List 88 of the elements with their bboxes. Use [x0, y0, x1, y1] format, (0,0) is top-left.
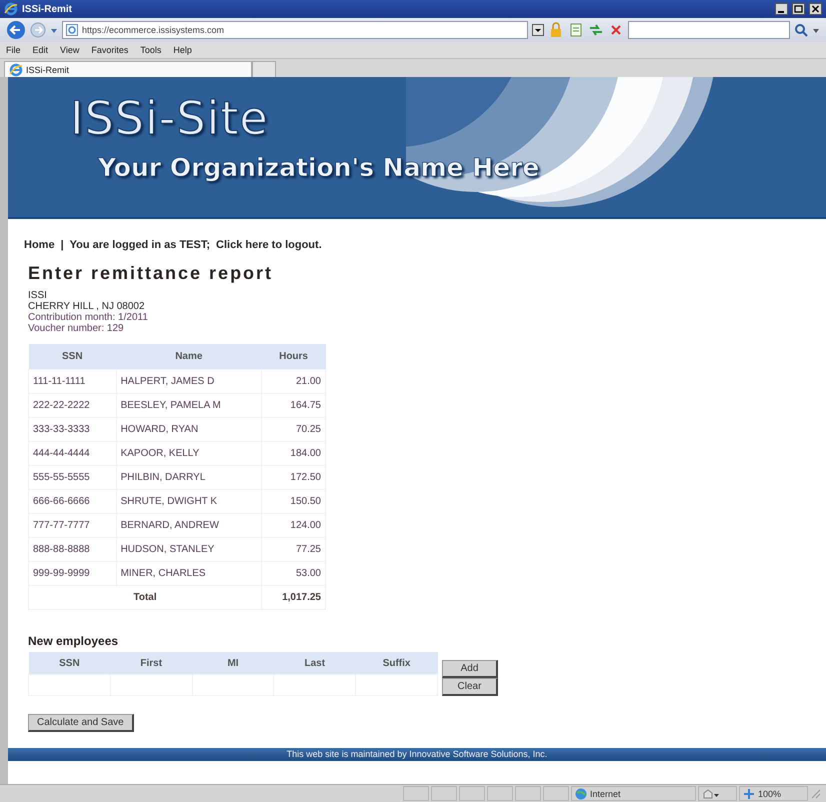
document-icon[interactable] [568, 22, 584, 38]
column-header: SSN [28, 652, 110, 674]
back-icon[interactable] [6, 20, 26, 40]
input-field[interactable] [28, 674, 110, 696]
form-button[interactable]: Add [442, 660, 498, 678]
detail-text: ISSI [28, 290, 48, 301]
caret-icon[interactable] [532, 24, 544, 36]
zone-text: Internet [590, 788, 621, 798]
refresh-icon[interactable] [588, 22, 604, 38]
site-logo-text: ISSi-Site [69, 90, 270, 145]
table-cell: 184.00 [262, 442, 326, 466]
table-cell: 333-33-3333 [28, 418, 116, 442]
menu-item[interactable]: Help [173, 45, 192, 55]
menu-item[interactable]: Tools [140, 45, 162, 55]
table-cell: KAPOOR, KELLY [116, 442, 262, 466]
table-cell: BEESLEY, PAMELA M [116, 394, 262, 418]
globe-icon [575, 788, 587, 800]
column-header: Hours [262, 344, 326, 370]
table-cell: 777-77-7777 [28, 514, 116, 538]
menu-item[interactable]: Favorites [91, 45, 128, 55]
browser-icon [4, 2, 18, 16]
maximize-icon[interactable] [792, 3, 805, 15]
column-header: First [110, 652, 192, 674]
browser-tab[interactable]: ISSi-Remit [4, 61, 252, 77]
total-label: Total [28, 586, 262, 610]
menu-item[interactable]: File [6, 45, 21, 55]
lock-icon [548, 22, 564, 38]
calculate-save-button[interactable]: Calculate and Save [28, 714, 134, 732]
input-field[interactable] [192, 674, 274, 696]
table-cell: BERNARD, ANDREW [116, 514, 262, 538]
home-link[interactable]: Home [24, 239, 55, 251]
forward-icon[interactable] [30, 22, 46, 38]
column-header: SSN [28, 344, 116, 370]
table-cell: 124.00 [262, 514, 326, 538]
table-cell: SHRUTE, DWIGHT K [116, 490, 262, 514]
table-cell: 888-88-8888 [28, 538, 116, 562]
table-cell: MINER, CHARLES [116, 562, 262, 586]
logout-link[interactable]: Click here to logout. [216, 239, 322, 251]
column-header: Last [274, 652, 356, 674]
table-cell: 172.50 [262, 466, 326, 490]
page-icon [66, 24, 78, 36]
table-cell: 150.50 [262, 490, 326, 514]
total-value: 1,017.25 [262, 586, 326, 610]
table-cell: 444-44-4444 [28, 442, 116, 466]
url-text: https://ecommerce.issisystems.com [82, 25, 224, 35]
table-cell: HUDSON, STANLEY [116, 538, 262, 562]
column-header: MI [192, 652, 274, 674]
search-icon[interactable] [794, 23, 808, 37]
detail-text: Voucher number: 129 [28, 323, 125, 334]
table-cell: HALPERT, JAMES D [116, 370, 262, 394]
column-header: Suffix [356, 652, 438, 674]
detail-text: Contribution month: 1/2011 [28, 312, 149, 323]
minimize-icon[interactable] [775, 3, 788, 15]
zoom-icon [743, 788, 755, 800]
resize-grip-icon[interactable] [810, 788, 822, 800]
organization-name: Your Organization's Name Here [96, 152, 540, 182]
search-field[interactable] [628, 21, 790, 39]
table-cell: 111-11-1111 [28, 370, 116, 394]
table-cell: 222-22-2222 [28, 394, 116, 418]
table-cell: HOWARD, RYAN [116, 418, 262, 442]
section-heading: New employees [28, 634, 120, 648]
footer-bar: This web site is maintained by Innovative Software Solutions, Inc. [8, 748, 826, 761]
table-cell: 21.00 [262, 370, 326, 394]
table-cell: 53.00 [262, 562, 326, 586]
detail-text: CHERRY HILL , NJ 08002 [28, 301, 146, 312]
new-tab-button[interactable] [252, 61, 276, 77]
page-heading: Enter remittance report [28, 263, 274, 284]
input-field[interactable] [274, 674, 356, 696]
window-title: ISSi-Remit [22, 4, 72, 14]
separator-text: | [60, 239, 64, 251]
browser-icon [9, 62, 23, 76]
close-icon[interactable] [809, 3, 822, 15]
login-status-text: You are logged in as TEST; [70, 239, 210, 251]
column-header: Name [116, 344, 262, 370]
table-cell: 77.25 [262, 538, 326, 562]
table-cell: PHILBIN, DARRYL [116, 466, 262, 490]
address-field[interactable]: https://ecommerce.issisystems.com [62, 21, 528, 39]
input-field[interactable] [110, 674, 192, 696]
table-cell: 999-99-9999 [28, 562, 116, 586]
table-cell: 666-66-6666 [28, 490, 116, 514]
table-cell: 70.25 [262, 418, 326, 442]
form-button[interactable]: Clear [442, 678, 498, 696]
menu-item[interactable]: Edit [32, 45, 48, 55]
zoom-control[interactable]: 100% [739, 786, 808, 801]
table-cell: 164.75 [262, 394, 326, 418]
table-cell: 555-55-5555 [28, 466, 116, 490]
input-field[interactable] [356, 674, 438, 696]
menu-item[interactable]: View [60, 45, 80, 55]
